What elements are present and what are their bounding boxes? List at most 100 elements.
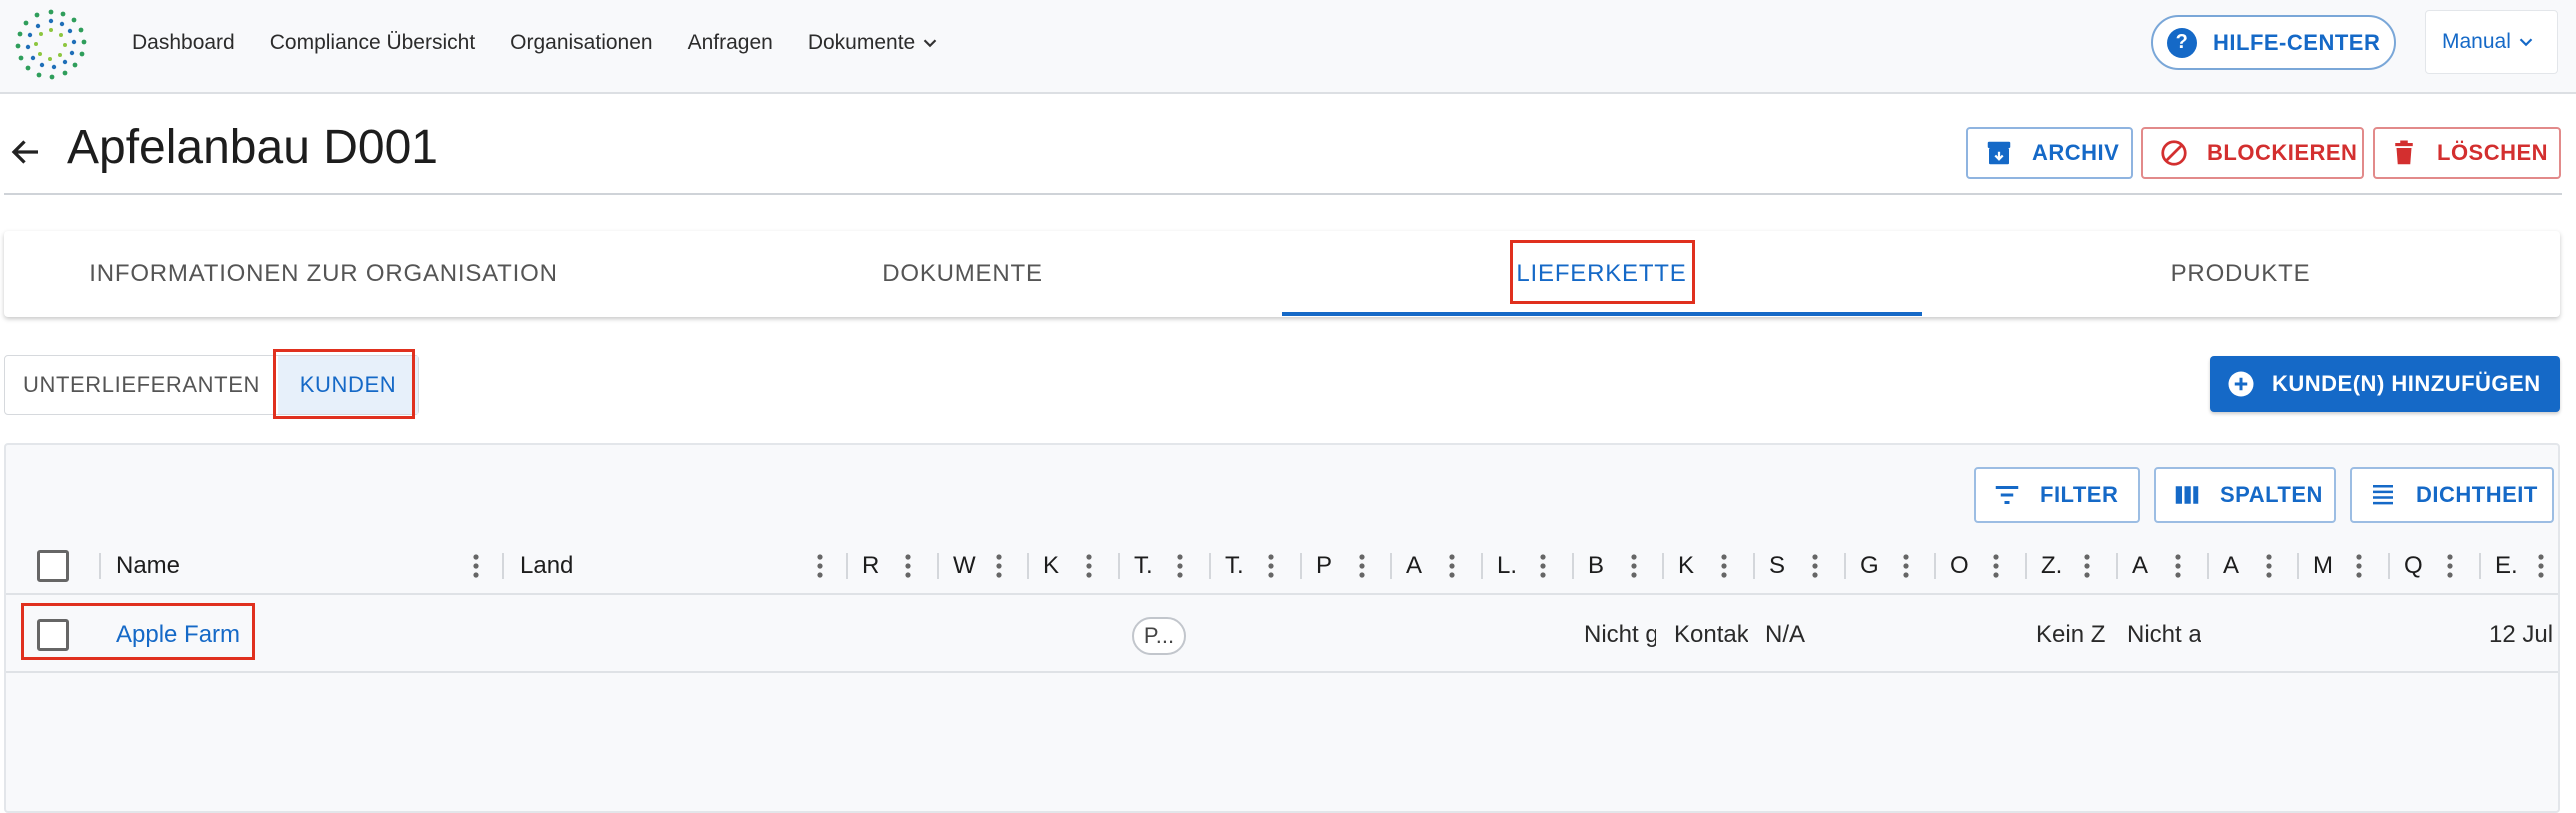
filter-label: FILTER [2040,482,2119,507]
column-header-country[interactable]: Land [520,537,573,595]
nav-compliance-overview[interactable]: Compliance Übersicht [270,31,475,55]
organisation-tabs: INFORMATIONEN ZUR ORGANISATION DOKUMENTE… [4,231,2560,317]
column-menu-icon[interactable] [2537,553,2545,579]
column-header-10[interactable]: B [1588,537,1604,595]
archive-button[interactable]: ARCHIV [1966,127,2133,179]
columns-label: SPALTEN [2220,482,2323,507]
column-separator [1844,553,1846,579]
column-separator [1934,553,1936,579]
density-button[interactable]: DICHTHEIT [2350,467,2554,523]
back-arrow-icon[interactable] [8,134,44,170]
column-header-17[interactable]: A [2223,537,2239,595]
help-center-button[interactable]: ? HILFE-CENTER [2151,15,2396,70]
column-menu-icon[interactable] [472,553,480,579]
tab-organisation-info[interactable]: INFORMATIONEN ZUR ORGANISATION [4,231,643,317]
column-header-13[interactable]: G [1860,537,1879,595]
chevron-down-icon [923,39,937,48]
column-header-8[interactable]: A [1406,537,1422,595]
cell-col-z: Kein Z [2036,621,2106,648]
column-menu-icon[interactable] [2174,553,2182,579]
column-menu-icon[interactable] [2355,553,2363,579]
header-divider [4,193,2562,195]
column-menu-icon[interactable] [1630,553,1638,579]
column-separator [1027,553,1029,579]
column-separator [2388,553,2390,579]
nav-dashboard[interactable]: Dashboard [132,31,235,55]
help-icon: ? [2167,27,2197,58]
archive-icon [1987,141,2011,165]
nav-requests[interactable]: Anfragen [688,31,773,55]
block-label: BLOCKIEREN [2207,140,2358,165]
column-menu-icon[interactable] [1448,553,1456,579]
nav-documents-dropdown[interactable]: Dokumente [808,31,941,55]
column-header-18[interactable]: M [2313,537,2333,595]
tab-supply-chain[interactable]: LIEFERKETTE [1282,231,1921,317]
user-menu-button[interactable]: Manual [2425,10,2558,74]
trash-icon [2395,140,2413,165]
column-menu-icon[interactable] [995,553,1003,579]
column-header-4[interactable]: K [1043,537,1059,595]
block-icon [2161,140,2187,166]
company-logo[interactable] [14,8,88,82]
user-menu-label: Manual [2442,30,2511,53]
column-header-5[interactable]: T. [1134,537,1153,595]
column-menu-icon[interactable] [816,553,824,579]
add-customers-button[interactable]: KUNDE(N) HINZUFÜGEN [2210,356,2560,412]
column-menu-icon[interactable] [1176,553,1184,579]
columns-button[interactable]: SPALTEN [2154,467,2336,523]
select-all-checkbox[interactable] [37,550,69,582]
row-select-checkbox[interactable] [37,619,69,651]
column-menu-icon[interactable] [1267,553,1275,579]
column-header-9[interactable]: L. [1497,537,1517,595]
column-separator [1390,553,1392,579]
column-menu-icon[interactable] [904,553,912,579]
column-header-16[interactable]: A [2132,537,2148,595]
customer-name-link[interactable]: Apple Farm [116,597,240,673]
main-nav: Dashboard Compliance Übersicht Organisat… [132,0,976,86]
delete-label: LÖSCHEN [2437,140,2549,165]
column-menu-icon[interactable] [1085,553,1093,579]
density-label: DICHTHEIT [2416,482,2538,507]
grid-header-row: Name Land R W K T. T. P A L. B K S G O Z. A A M Q E. [6,537,2558,595]
status-chip[interactable]: P... [1132,617,1186,655]
column-header-19[interactable]: Q [2404,537,2423,595]
column-header-7[interactable]: P [1316,537,1332,595]
table-row[interactable]: Apple Farm P... Nicht g Kontak N/A Kein … [6,597,2558,673]
column-separator [99,553,101,579]
column-menu-icon[interactable] [1720,553,1728,579]
column-header-20[interactable]: E. [2495,537,2518,595]
column-menu-icon[interactable] [2265,553,2273,579]
column-header-6[interactable]: T. [1225,537,1244,595]
column-menu-icon[interactable] [2446,553,2454,579]
column-menu-icon[interactable] [1902,553,1910,579]
column-header-14[interactable]: O [1950,537,1969,595]
column-header-11[interactable]: K [1678,537,1694,595]
suppliers-toggle-button[interactable]: UNTERLIEFERANTEN [5,356,278,414]
column-menu-icon[interactable] [2083,553,2091,579]
density-icon [2373,485,2393,505]
column-header-12[interactable]: S [1769,537,1785,595]
chevron-down-icon [2519,38,2533,47]
column-header-name[interactable]: Name [116,537,180,595]
block-button[interactable]: BLOCKIEREN [2141,127,2364,179]
column-header-3[interactable]: W [953,537,976,595]
cell-col-a: Nicht a [2127,621,2201,648]
tab-documents[interactable]: DOKUMENTE [643,231,1282,317]
tab-products[interactable]: PRODUKTE [1921,231,2560,317]
column-menu-icon[interactable] [1358,553,1366,579]
cell-col-e: 12 Jul [2489,621,2554,648]
delete-button[interactable]: LÖSCHEN [2373,127,2561,179]
active-tab-indicator [1282,312,1922,316]
column-separator [2116,553,2118,579]
filter-button[interactable]: FILTER [1974,467,2140,523]
column-header-15[interactable]: Z. [2041,537,2062,595]
cell-col-k: Kontak [1674,621,1748,648]
column-header-2[interactable]: R [862,537,879,595]
customers-toggle-button[interactable]: KUNDEN [277,356,418,414]
column-separator [1481,553,1483,579]
add-customers-label: KUNDE(N) HINZUFÜGEN [2272,371,2541,396]
column-menu-icon[interactable] [1992,553,2000,579]
nav-organisations[interactable]: Organisationen [510,31,652,55]
column-menu-icon[interactable] [1811,553,1819,579]
column-menu-icon[interactable] [1539,553,1547,579]
